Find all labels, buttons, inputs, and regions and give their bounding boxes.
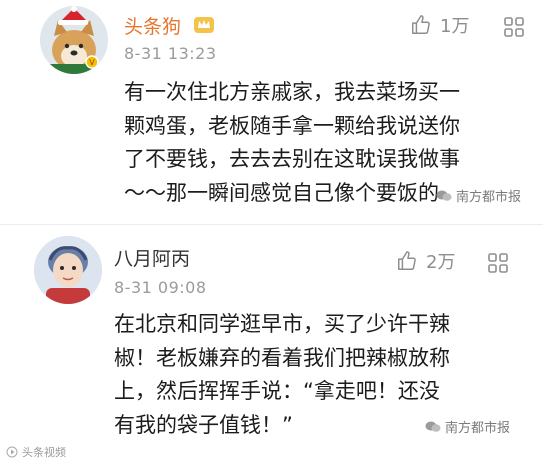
like-button[interactable]: 2万 — [396, 248, 455, 274]
comment-text: 在北京和同学逛早市，买了少许干辣 椒！老板嫌弃的看着我们把辣椒放称 上，然后挥挥手说… — [114, 308, 450, 442]
more-options-button[interactable] — [503, 16, 525, 42]
shiba-avatar-icon: V — [40, 6, 108, 74]
grid-more-icon — [488, 253, 508, 273]
comment-line: 了不要钱，去去去别在这耽误我做事 — [124, 147, 460, 171]
wechat-icon — [436, 190, 452, 201]
timestamp: 8-31 13:23 — [124, 44, 217, 63]
username[interactable]: 八月阿丙 — [114, 244, 190, 271]
comment-line: 椒！老板嫌弃的看着我们把辣椒放称 — [114, 345, 450, 370]
thumbs-up-icon — [398, 251, 416, 270]
like-button[interactable]: 1万 — [410, 12, 469, 38]
watermark-text: 头条视频 — [22, 446, 66, 459]
like-count: 1万 — [440, 16, 470, 37]
comment-line: ～～那一瞬间感觉自己像个要饭的 — [124, 180, 439, 205]
watermark-source: 南方都市报 — [425, 417, 510, 436]
wechat-icon — [425, 421, 441, 432]
comment-line: 在北京和同学逛早市，买了少许干辣 — [114, 312, 450, 336]
video-play-icon — [6, 446, 18, 458]
grid-more-icon — [504, 17, 524, 37]
comment-item: V 头条狗 8-31 13:23 1万 有一次住北方亲戚家，我去菜场买一 颗鸡蛋，… — [0, 0, 543, 224]
username[interactable]: 头条狗 — [124, 12, 215, 39]
username-text[interactable]: 头条狗 — [124, 16, 181, 38]
cartoon-avatar-icon — [34, 236, 102, 304]
watermark-source: 南方都市报 — [436, 186, 521, 205]
like-count: 2万 — [426, 252, 456, 273]
comment-line: 颗鸡蛋，老板随手拿一颗给我说送你 — [124, 113, 460, 138]
more-options-button[interactable] — [487, 252, 509, 278]
comment-line: 有我的袋子值钱！” — [114, 412, 293, 437]
thumbs-up-icon — [412, 15, 430, 34]
comment-text: 有一次住北方亲戚家，我去菜场买一 颗鸡蛋，老板随手拿一颗给我说送你 了不要钱，去去去… — [124, 76, 460, 210]
comment-line: 上，然后挥挥手说：“拿走吧！还没 — [114, 379, 440, 403]
svg-text:V: V — [89, 58, 95, 67]
watermark-text: 南方都市报 — [445, 421, 511, 436]
comment-divider — [0, 224, 543, 225]
user-avatar[interactable]: V — [40, 6, 108, 74]
vip-crown-icon — [193, 16, 215, 39]
comment-line: 有一次住北方亲戚家，我去菜场买一 — [124, 80, 460, 104]
user-avatar[interactable] — [34, 236, 102, 304]
corner-watermark: 头条视频 — [6, 444, 66, 460]
watermark-text: 南方都市报 — [456, 190, 522, 205]
timestamp: 8-31 09:08 — [114, 278, 207, 297]
